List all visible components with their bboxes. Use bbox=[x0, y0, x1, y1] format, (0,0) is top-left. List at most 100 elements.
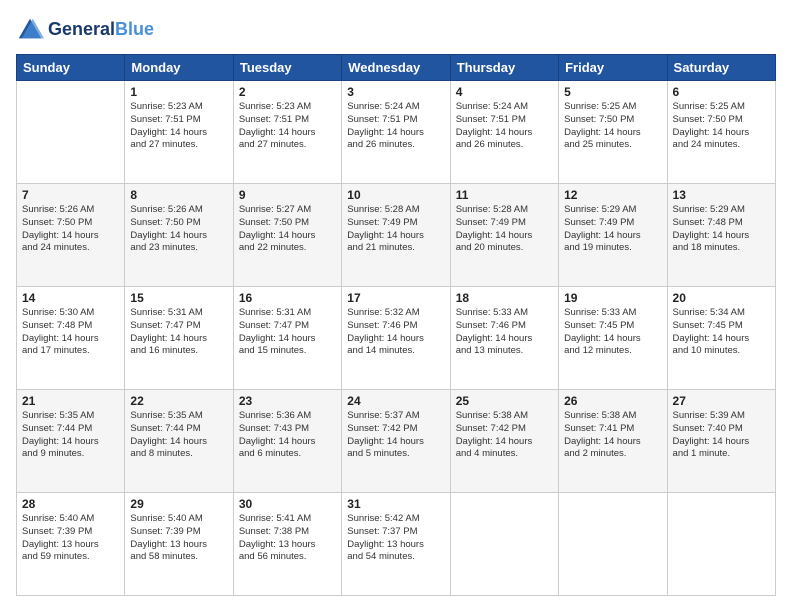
day-info: Sunrise: 5:39 AM Sunset: 7:40 PM Dayligh… bbox=[673, 410, 770, 461]
day-info: Sunrise: 5:37 AM Sunset: 7:42 PM Dayligh… bbox=[347, 410, 444, 461]
calendar-cell: 3 Sunrise: 5:24 AM Sunset: 7:51 PM Daylig… bbox=[342, 81, 450, 184]
day-number: 17 bbox=[347, 291, 444, 305]
day-number: 7 bbox=[22, 188, 119, 202]
calendar-header-row: SundayMondayTuesdayWednesdayThursdayFrid… bbox=[17, 55, 776, 81]
day-info: Sunrise: 5:38 AM Sunset: 7:42 PM Dayligh… bbox=[456, 410, 553, 461]
day-number: 24 bbox=[347, 394, 444, 408]
calendar-cell: 31 Sunrise: 5:42 AM Sunset: 7:37 PM Dayli… bbox=[342, 493, 450, 596]
day-info: Sunrise: 5:35 AM Sunset: 7:44 PM Dayligh… bbox=[22, 410, 119, 461]
calendar-body: 1 Sunrise: 5:23 AM Sunset: 7:51 PM Daylig… bbox=[17, 81, 776, 596]
calendar-week-row: 7 Sunrise: 5:26 AM Sunset: 7:50 PM Daylig… bbox=[17, 184, 776, 287]
logo: GeneralBlue bbox=[16, 16, 154, 44]
page: GeneralBlue SundayMondayTuesdayWednesday… bbox=[0, 0, 792, 612]
day-number: 23 bbox=[239, 394, 336, 408]
day-number: 26 bbox=[564, 394, 661, 408]
calendar-cell: 11Sunrise: 5:28 AM Sunset: 7:49 PM Dayli… bbox=[450, 184, 558, 287]
calendar-cell: 29 Sunrise: 5:40 AM Sunset: 7:39 PM Dayli… bbox=[125, 493, 233, 596]
header: GeneralBlue bbox=[16, 16, 776, 44]
day-info: Sunrise: 5:33 AM Sunset: 7:45 PM Dayligh… bbox=[564, 307, 661, 358]
calendar-cell: 25Sunrise: 5:38 AM Sunset: 7:42 PM Dayli… bbox=[450, 390, 558, 493]
calendar-cell: 26Sunrise: 5:38 AM Sunset: 7:41 PM Dayli… bbox=[559, 390, 667, 493]
day-info: Sunrise: 5:23 AM Sunset: 7:51 PM Dayligh… bbox=[130, 101, 227, 152]
calendar-cell: 24 Sunrise: 5:37 AM Sunset: 7:42 PM Dayli… bbox=[342, 390, 450, 493]
calendar-cell: 20Sunrise: 5:34 AM Sunset: 7:45 PM Dayli… bbox=[667, 287, 775, 390]
calendar-table: SundayMondayTuesdayWednesdayThursdayFrid… bbox=[16, 54, 776, 596]
day-info: Sunrise: 5:27 AM Sunset: 7:50 PM Dayligh… bbox=[239, 204, 336, 255]
calendar-cell: 4 Sunrise: 5:24 AM Sunset: 7:51 PM Daylig… bbox=[450, 81, 558, 184]
calendar-cell bbox=[667, 493, 775, 596]
day-number: 14 bbox=[22, 291, 119, 305]
day-info: Sunrise: 5:31 AM Sunset: 7:47 PM Dayligh… bbox=[239, 307, 336, 358]
day-info: Sunrise: 5:31 AM Sunset: 7:47 PM Dayligh… bbox=[130, 307, 227, 358]
calendar-cell: 1 Sunrise: 5:23 AM Sunset: 7:51 PM Daylig… bbox=[125, 81, 233, 184]
day-number: 18 bbox=[456, 291, 553, 305]
day-info: Sunrise: 5:40 AM Sunset: 7:39 PM Dayligh… bbox=[130, 513, 227, 564]
day-number: 8 bbox=[130, 188, 227, 202]
day-info: Sunrise: 5:30 AM Sunset: 7:48 PM Dayligh… bbox=[22, 307, 119, 358]
day-number: 28 bbox=[22, 497, 119, 511]
calendar-cell: 28Sunrise: 5:40 AM Sunset: 7:39 PM Dayli… bbox=[17, 493, 125, 596]
day-info: Sunrise: 5:41 AM Sunset: 7:38 PM Dayligh… bbox=[239, 513, 336, 564]
day-number: 16 bbox=[239, 291, 336, 305]
logo-text: GeneralBlue bbox=[48, 20, 154, 40]
day-number: 27 bbox=[673, 394, 770, 408]
day-info: Sunrise: 5:32 AM Sunset: 7:46 PM Dayligh… bbox=[347, 307, 444, 358]
weekday-header: Wednesday bbox=[342, 55, 450, 81]
day-number: 10 bbox=[347, 188, 444, 202]
day-number: 5 bbox=[564, 85, 661, 99]
calendar-cell: 22 Sunrise: 5:35 AM Sunset: 7:44 PM Dayli… bbox=[125, 390, 233, 493]
calendar-cell: 13 Sunrise: 5:29 AM Sunset: 7:48 PM Dayli… bbox=[667, 184, 775, 287]
day-number: 13 bbox=[673, 188, 770, 202]
calendar-week-row: 1 Sunrise: 5:23 AM Sunset: 7:51 PM Daylig… bbox=[17, 81, 776, 184]
day-number: 21 bbox=[22, 394, 119, 408]
day-number: 9 bbox=[239, 188, 336, 202]
day-number: 31 bbox=[347, 497, 444, 511]
day-info: Sunrise: 5:24 AM Sunset: 7:51 PM Dayligh… bbox=[347, 101, 444, 152]
calendar-cell: 19 Sunrise: 5:33 AM Sunset: 7:45 PM Dayli… bbox=[559, 287, 667, 390]
day-number: 22 bbox=[130, 394, 227, 408]
calendar-cell bbox=[559, 493, 667, 596]
calendar-week-row: 28 Sunrise: 5:40 AM Sunset: 7:39 PM Dayli… bbox=[17, 493, 776, 596]
day-info: Sunrise: 5:36 AM Sunset: 7:43 PM Dayligh… bbox=[239, 410, 336, 461]
calendar-cell: 16 Sunrise: 5:31 AM Sunset: 7:47 PM Dayli… bbox=[233, 287, 341, 390]
day-number: 19 bbox=[564, 291, 661, 305]
calendar-cell: 5Sunrise: 5:25 AM Sunset: 7:50 PM Daylig… bbox=[559, 81, 667, 184]
day-number: 12 bbox=[564, 188, 661, 202]
weekday-header: Monday bbox=[125, 55, 233, 81]
calendar-cell: 2 Sunrise: 5:23 AM Sunset: 7:51 PM Daylig… bbox=[233, 81, 341, 184]
day-number: 3 bbox=[347, 85, 444, 99]
calendar-cell bbox=[450, 493, 558, 596]
day-info: Sunrise: 5:28 AM Sunset: 7:49 PM Dayligh… bbox=[347, 204, 444, 255]
day-info: Sunrise: 5:34 AM Sunset: 7:45 PM Dayligh… bbox=[673, 307, 770, 358]
day-number: 30 bbox=[239, 497, 336, 511]
weekday-header: Sunday bbox=[17, 55, 125, 81]
day-info: Sunrise: 5:23 AM Sunset: 7:51 PM Dayligh… bbox=[239, 101, 336, 152]
calendar-cell: 17 Sunrise: 5:32 AM Sunset: 7:46 PM Dayli… bbox=[342, 287, 450, 390]
calendar-cell: 30 Sunrise: 5:41 AM Sunset: 7:38 PM Dayli… bbox=[233, 493, 341, 596]
day-info: Sunrise: 5:35 AM Sunset: 7:44 PM Dayligh… bbox=[130, 410, 227, 461]
day-number: 1 bbox=[130, 85, 227, 99]
calendar-cell: 14 Sunrise: 5:30 AM Sunset: 7:48 PM Dayli… bbox=[17, 287, 125, 390]
day-info: Sunrise: 5:42 AM Sunset: 7:37 PM Dayligh… bbox=[347, 513, 444, 564]
weekday-header: Friday bbox=[559, 55, 667, 81]
calendar-cell: 18Sunrise: 5:33 AM Sunset: 7:46 PM Dayli… bbox=[450, 287, 558, 390]
day-info: Sunrise: 5:29 AM Sunset: 7:49 PM Dayligh… bbox=[564, 204, 661, 255]
calendar-cell: 21 Sunrise: 5:35 AM Sunset: 7:44 PM Dayli… bbox=[17, 390, 125, 493]
calendar-cell: 9 Sunrise: 5:27 AM Sunset: 7:50 PM Daylig… bbox=[233, 184, 341, 287]
day-number: 29 bbox=[130, 497, 227, 511]
day-number: 4 bbox=[456, 85, 553, 99]
calendar-cell: 12 Sunrise: 5:29 AM Sunset: 7:49 PM Dayli… bbox=[559, 184, 667, 287]
day-info: Sunrise: 5:25 AM Sunset: 7:50 PM Dayligh… bbox=[673, 101, 770, 152]
day-number: 2 bbox=[239, 85, 336, 99]
calendar-week-row: 14 Sunrise: 5:30 AM Sunset: 7:48 PM Dayli… bbox=[17, 287, 776, 390]
calendar-cell: 15Sunrise: 5:31 AM Sunset: 7:47 PM Dayli… bbox=[125, 287, 233, 390]
day-info: Sunrise: 5:28 AM Sunset: 7:49 PM Dayligh… bbox=[456, 204, 553, 255]
day-info: Sunrise: 5:24 AM Sunset: 7:51 PM Dayligh… bbox=[456, 101, 553, 152]
day-info: Sunrise: 5:26 AM Sunset: 7:50 PM Dayligh… bbox=[130, 204, 227, 255]
day-info: Sunrise: 5:29 AM Sunset: 7:48 PM Dayligh… bbox=[673, 204, 770, 255]
calendar-cell: 8 Sunrise: 5:26 AM Sunset: 7:50 PM Daylig… bbox=[125, 184, 233, 287]
calendar-cell: 10 Sunrise: 5:28 AM Sunset: 7:49 PM Dayli… bbox=[342, 184, 450, 287]
weekday-header: Saturday bbox=[667, 55, 775, 81]
calendar-cell: 27 Sunrise: 5:39 AM Sunset: 7:40 PM Dayli… bbox=[667, 390, 775, 493]
day-info: Sunrise: 5:26 AM Sunset: 7:50 PM Dayligh… bbox=[22, 204, 119, 255]
